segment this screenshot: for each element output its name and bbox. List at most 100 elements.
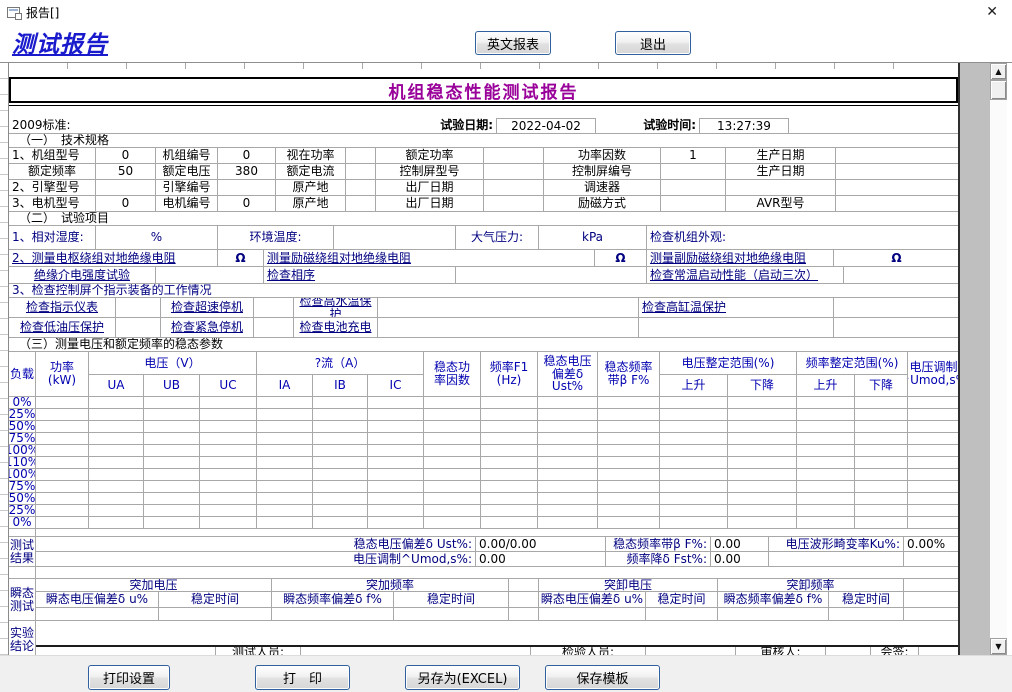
grid-cell-empty <box>658 63 717 69</box>
grid-cell: 检查机组外观: <box>647 226 959 250</box>
grid-cell-empty <box>538 433 598 445</box>
grid-cell: 50% <box>9 493 36 505</box>
grid-row: 绝缘介电强度试验检查相序检查常温启动性能（启动三次） <box>9 267 959 284</box>
grid-cell-empty <box>835 63 894 69</box>
grid-cell-empty <box>660 505 728 517</box>
grid-cell-empty <box>660 469 728 481</box>
app-window: 报告[] ✕ 测试报告 英文报表 退出 机组稳态性能测试报告 2009标准: 试… <box>0 0 1012 692</box>
grid-cell: 原产地 <box>276 180 346 196</box>
close-icon[interactable]: ✕ <box>986 5 998 19</box>
grid-cell: 检查紧急停机 <box>161 318 254 338</box>
page-logo: 测试报告 <box>12 25 108 59</box>
grid-cell-empty <box>904 592 959 608</box>
grid-cell-empty <box>36 505 89 517</box>
grid-cell-empty <box>334 226 456 250</box>
scroll-up-icon[interactable]: ▲ <box>990 63 1007 80</box>
scroll-down-icon[interactable]: ▼ <box>990 638 1007 655</box>
grid-cell: 电压整定范围(%) <box>660 352 797 375</box>
scroll-thumb[interactable] <box>990 80 1007 100</box>
test-time-label: 试验时间: <box>624 118 699 134</box>
grid-col-group: 电压（V）UAUBUC <box>89 352 257 397</box>
grid-cell-empty <box>89 469 144 481</box>
grid-cell-empty <box>481 517 538 529</box>
english-report-button[interactable]: 英文报表 <box>475 31 551 55</box>
grid-cell-empty <box>200 397 257 409</box>
grid-cell: 审核人: <box>736 647 826 655</box>
grid-cell: （一） 技术规格 <box>9 134 959 148</box>
grid-cell: 测量励磁绕组对地绝缘电阻 <box>264 250 595 267</box>
grid-cell-empty <box>538 445 598 457</box>
grid-cell: Ω <box>595 250 647 267</box>
grid-row <box>9 63 959 69</box>
grid-cell-empty <box>855 517 908 529</box>
grid-cell-empty <box>144 457 200 469</box>
grid-cell-empty <box>144 505 200 517</box>
grid-cell-empty <box>540 63 599 69</box>
grid-cell: IB <box>313 375 368 397</box>
grid-cell: 电压波形畸变率Ku%: <box>769 537 904 552</box>
grid-cell-empty <box>855 397 908 409</box>
grid-cell-empty <box>200 469 257 481</box>
grid-row: 75% <box>9 481 959 493</box>
grid-cell-empty <box>598 409 660 421</box>
grid-cell-empty <box>481 493 538 505</box>
grid-cell-empty <box>908 409 959 421</box>
grid-cell-empty <box>908 397 959 409</box>
grid-cell-empty <box>789 118 959 134</box>
vertical-scrollbar[interactable]: ▲ ▼ <box>990 63 1007 655</box>
grid-cell-empty <box>855 457 908 469</box>
grid-cell-empty <box>728 457 797 469</box>
grid-cell: 检查超速停机 <box>161 298 254 318</box>
grid-row: 0% <box>9 517 959 529</box>
grid-cell-empty <box>363 63 422 69</box>
grid-cell-empty <box>9 63 68 69</box>
grid-cell-empty <box>797 445 855 457</box>
grid-cell-empty <box>538 397 598 409</box>
grid-cell-empty <box>36 421 89 433</box>
grid-cell: 2、测量电枢绕组对地绝缘电阻 <box>9 250 218 267</box>
grid-cell: 机组编号 <box>156 148 218 164</box>
grid-row: 2、引擎型号引擎编号原产地出厂日期调速器 <box>9 180 959 196</box>
grid-cell-empty <box>257 409 313 421</box>
grid-cell: 检验人员: <box>531 647 646 655</box>
grid-cell-empty <box>718 608 829 621</box>
grid-cell-empty <box>776 63 835 69</box>
grid-cell-empty <box>116 298 161 318</box>
save-template-button[interactable]: 保存模板 <box>545 665 660 690</box>
grid-cell-empty <box>36 481 89 493</box>
grid-cell-empty <box>904 608 959 621</box>
print-setup-button[interactable]: 打印设置 <box>88 665 170 690</box>
grid-cell-empty <box>36 529 959 537</box>
grid-cell-empty <box>68 63 127 69</box>
scroll-track[interactable] <box>990 100 1007 638</box>
grid-cell: 0 <box>218 148 276 164</box>
grid-cell-empty <box>660 397 728 409</box>
save-excel-button[interactable]: 另存为(EXCEL) <box>405 665 520 690</box>
grid-cell-empty <box>539 608 646 621</box>
grid-cell-empty <box>728 445 797 457</box>
grid-cell-empty <box>509 579 539 592</box>
grid-cell-empty <box>509 592 539 608</box>
grid-cell-empty <box>728 505 797 517</box>
grid-cell-empty <box>797 481 855 493</box>
grid-cell-empty <box>728 481 797 493</box>
exit-button[interactable]: 退出 <box>615 31 691 55</box>
grid-cell: 出厂日期 <box>376 180 484 196</box>
grid-cell-empty <box>424 517 481 529</box>
grid-cell: 绝缘介电强度试验 <box>9 267 156 284</box>
grid-row: 100% <box>9 445 959 457</box>
grid-cell-empty <box>598 445 660 457</box>
grid-cell-empty <box>313 505 368 517</box>
grid-cell-empty <box>424 421 481 433</box>
grid-cell: 额定电压 <box>156 164 218 180</box>
print-button[interactable]: 打 印 <box>255 665 350 690</box>
grid-cell: 控制屏编号 <box>544 164 661 180</box>
grid-cell: 功率因数 <box>544 148 661 164</box>
grid-cell-empty <box>89 505 144 517</box>
grid-cell: 突加频率 <box>272 579 509 592</box>
grid-cell-empty <box>481 421 538 433</box>
grid-cell-empty <box>598 469 660 481</box>
grid-cell-empty <box>368 493 424 505</box>
grid-cell-empty <box>797 421 855 433</box>
grid-cell-empty <box>89 397 144 409</box>
